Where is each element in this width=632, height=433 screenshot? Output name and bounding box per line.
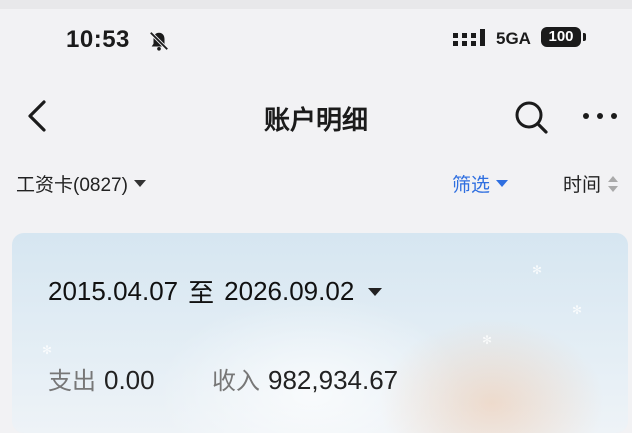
filter-bar: 工资卡(0827) 筛选 时间 [0,166,632,198]
account-label: 工资卡(0827) [16,175,128,196]
expense-total: 支出 0.00 [48,365,155,395]
totals-row: 支出 0.00 收入 982,934.67 [48,361,398,396]
search-icon[interactable] [512,98,550,136]
battery-indicator: 100 [541,27,581,47]
chevron-down-icon [368,287,383,296]
nav-bar: 账户明细 [0,88,632,144]
snowflake-decoration: ✻ [532,263,543,277]
status-time: 10:53 [66,26,130,53]
battery-tip [583,33,586,41]
income-total: 收入 982,934.67 [212,361,398,396]
filter-label: 筛选 [452,175,491,196]
snowflake-decoration: ✻ [482,333,493,347]
chevron-down-icon [496,180,509,187]
summary-card: ✻ ✻ ✻ ✻ 2015.04.07 至 2026.09.02 支出 0.00 收… [12,233,628,433]
snowflake-decoration: ✻ [42,343,53,357]
more-horizontal-icon[interactable] [580,104,620,128]
chevron-down-icon [133,180,146,187]
account-selector[interactable]: 工资卡(0827) [16,170,146,197]
filter-button[interactable]: 筛选 [452,170,509,197]
expense-value: 0.00 [104,365,155,395]
date-end: 2026.09.02 [224,276,355,306]
time-sort-button[interactable]: 时间 [563,170,619,197]
status-bar: 10:53 5GA 100 [0,18,632,60]
sort-updown-icon [608,175,619,192]
previous-screen-strip [0,0,632,9]
sort-label: 时间 [563,175,602,196]
cellular-signal-icon [453,29,485,46]
expense-label: 支出 [48,368,96,395]
snowflake-decoration: ✻ [572,303,583,317]
income-value: 982,934.67 [268,365,399,395]
date-start: 2015.04.07 [48,276,179,306]
network-type: 5GA [496,29,531,48]
date-separator: 至 [188,278,215,308]
date-range-selector[interactable]: 2015.04.07 至 2026.09.02 [48,273,383,310]
bell-off-icon [149,31,169,51]
income-label: 收入 [212,368,260,395]
